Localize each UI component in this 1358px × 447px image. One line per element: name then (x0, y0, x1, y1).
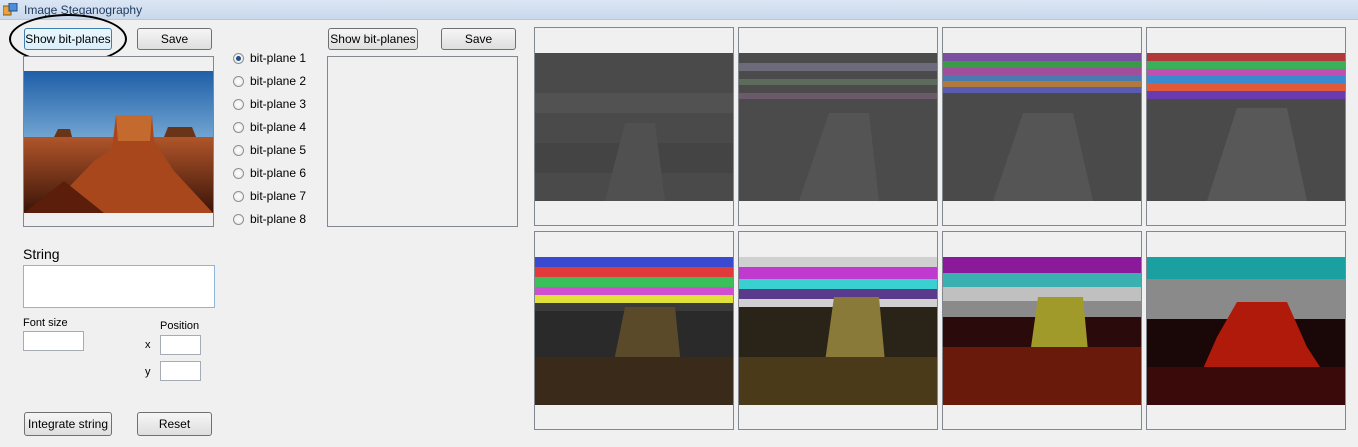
radio-icon[interactable] (233, 144, 244, 156)
result-image-box (327, 56, 518, 227)
title-bar: Image Steganography (0, 0, 1358, 20)
bitplane-image-5 (535, 257, 733, 405)
app-icon (3, 3, 18, 16)
bitplane-radio-2[interactable]: bit-plane 2 (233, 73, 323, 89)
bitplane-image-8 (1147, 257, 1345, 405)
x-position-input[interactable] (160, 335, 201, 355)
font-size-input[interactable] (23, 331, 84, 351)
bitplane-image-1 (535, 53, 733, 201)
bitplane-radio-7[interactable]: bit-plane 7 (233, 188, 323, 204)
integrate-string-button[interactable]: Integrate string (24, 412, 112, 436)
bitplane-radio-5[interactable]: bit-plane 5 (233, 142, 323, 158)
bitplane-preview-8 (1146, 231, 1346, 430)
radio-icon[interactable] (233, 75, 244, 87)
bitplane-image-7 (943, 257, 1141, 405)
radio-icon[interactable] (233, 213, 244, 225)
string-input[interactable] (23, 265, 215, 308)
radio-icon[interactable] (233, 167, 244, 179)
y-label: y (145, 366, 151, 378)
bitplane-image-3 (943, 53, 1141, 201)
radio-icon[interactable] (233, 98, 244, 110)
y-position-input[interactable] (160, 361, 201, 381)
bitplane-radio-1[interactable]: bit-plane 1 (233, 50, 323, 66)
bitplane-radio-group: bit-plane 1 bit-plane 2 bit-plane 3 bit-… (233, 50, 323, 227)
bitplane-radio-4[interactable]: bit-plane 4 (233, 119, 323, 135)
save-button-left[interactable]: Save (137, 28, 212, 50)
bitplane-preview-6 (738, 231, 938, 430)
bitplane-preview-2 (738, 27, 938, 226)
bitplane-radio-3[interactable]: bit-plane 3 (233, 96, 323, 112)
bitplane-preview-3 (942, 27, 1142, 226)
x-label: x (145, 339, 151, 351)
bitplane-preview-4 (1146, 27, 1346, 226)
bitplane-preview-1 (534, 27, 734, 226)
bitplane-radio-8[interactable]: bit-plane 8 (233, 211, 323, 227)
position-label: Position (160, 320, 200, 332)
bitplane-image-4 (1147, 53, 1345, 201)
radio-icon[interactable] (233, 121, 244, 133)
bitplane-image-6 (739, 257, 937, 405)
radio-icon[interactable] (233, 52, 244, 64)
bitplane-preview-5 (534, 231, 734, 430)
save-button-middle[interactable]: Save (441, 28, 516, 50)
font-size-label: Font size (23, 317, 68, 329)
source-image-box (23, 56, 214, 227)
reset-button[interactable]: Reset (137, 412, 212, 436)
bitplane-radio-6[interactable]: bit-plane 6 (233, 165, 323, 181)
source-image (24, 71, 213, 213)
show-bitplanes-button-middle[interactable]: Show bit-planes (328, 28, 418, 50)
bitplane-image-2 (739, 53, 937, 201)
bitplane-preview-7 (942, 231, 1142, 430)
radio-icon[interactable] (233, 190, 244, 202)
show-bitplanes-button-left[interactable]: Show bit-planes (24, 28, 112, 50)
string-label: String (23, 246, 60, 262)
